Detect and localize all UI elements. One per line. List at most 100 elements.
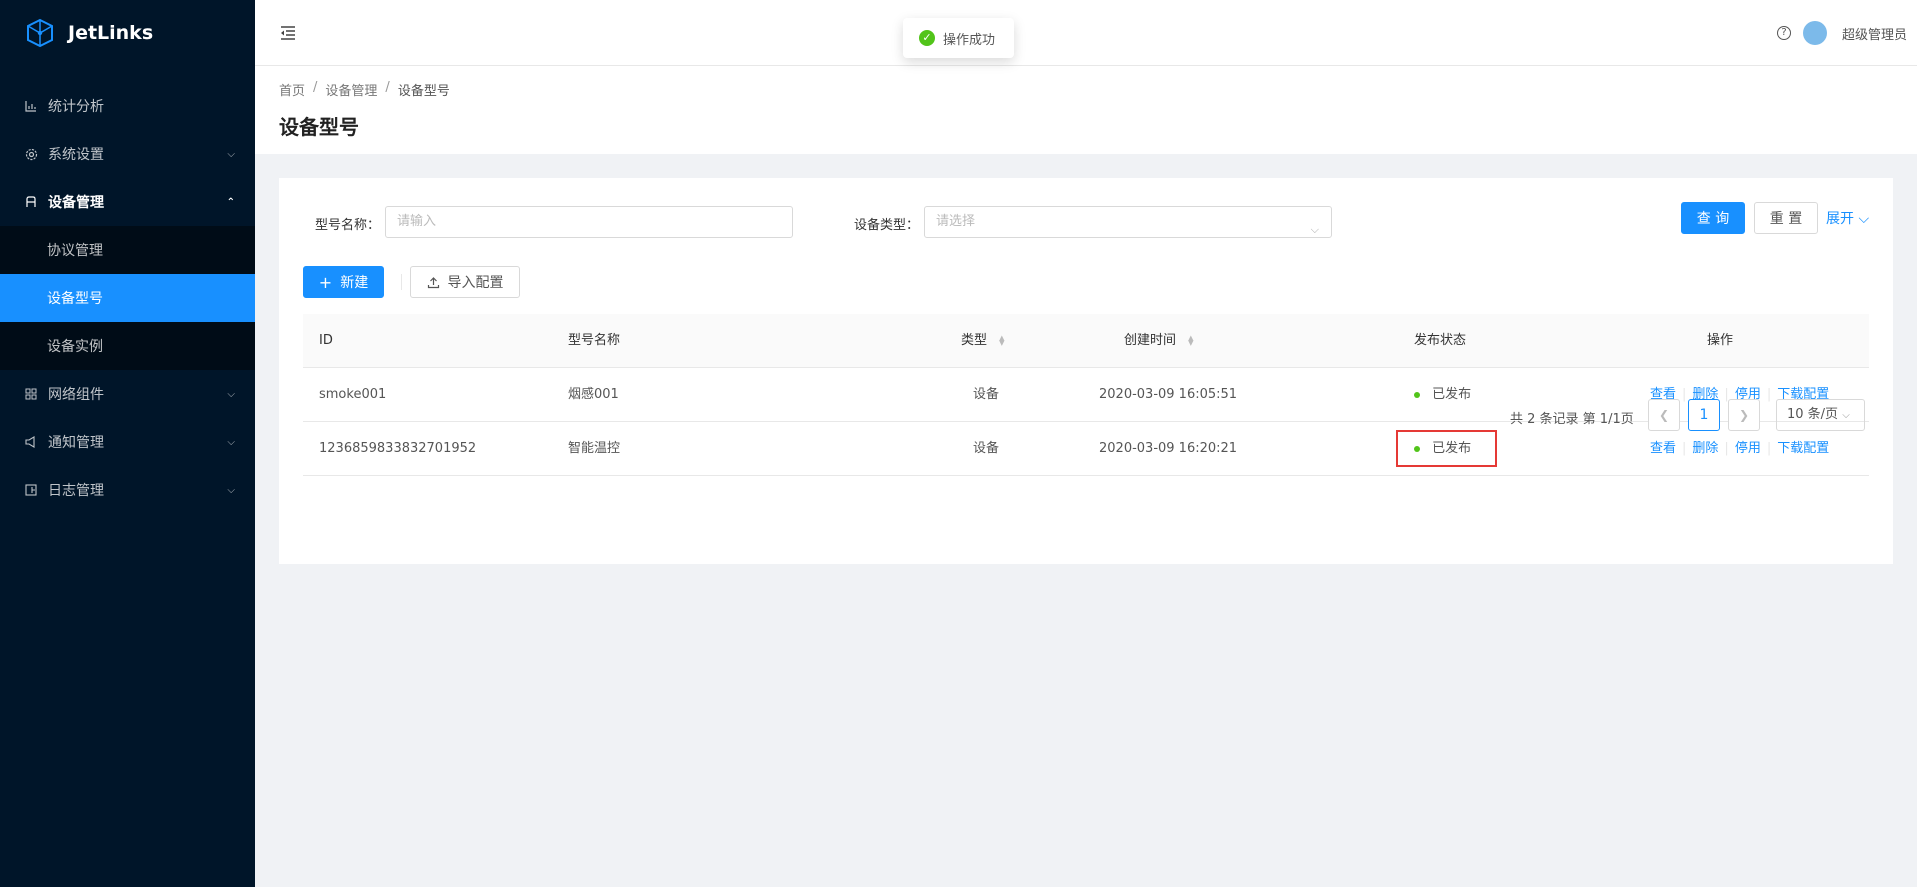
- device-model-table: ID 型号名称 类型 ▲ ▼ 创建时间 ▲ ▼ 发布状态 操作 smoke001 烟…: [303, 314, 1869, 476]
- cell-created: 2020-03-09 16:20:21: [1099, 441, 1238, 456]
- toolbar-divider: [401, 274, 402, 290]
- device-type-label: 设备类型：: [854, 218, 920, 233]
- action-separator: |: [1766, 441, 1772, 456]
- grid-icon: [24, 387, 38, 401]
- sound-icon: [24, 435, 38, 449]
- chevron-down-icon: ⌵: [1858, 211, 1870, 227]
- chevron-down-icon: ⌵: [227, 148, 235, 160]
- chevron-right-icon: ❯: [1738, 408, 1750, 422]
- device-icon: [24, 195, 38, 209]
- page-size-select[interactable]: 10 条/页 ⌵: [1776, 399, 1865, 431]
- sidebar-item-logs[interactable]: 日志管理 ⌵: [0, 466, 255, 514]
- username[interactable]: 超级管理员: [1842, 24, 1907, 43]
- breadcrumb-separator: /: [313, 80, 318, 95]
- sidebar-item-label: 设备实例: [47, 339, 103, 355]
- sidebar-item-device-instance[interactable]: 设备实例: [0, 322, 255, 370]
- device-type-select[interactable]: 请选择 ⌵: [924, 206, 1332, 238]
- app-name: JetLinks: [68, 22, 154, 44]
- cell-type: 设备: [973, 441, 1000, 456]
- new-button-label: 新建: [340, 275, 369, 291]
- new-button[interactable]: + 新建: [303, 266, 384, 298]
- cell-id: smoke001: [319, 387, 387, 402]
- cell-id: 1236859833832701952: [319, 441, 477, 456]
- table-row: 1236859833832701952 智能温控 设备 2020-03-09 1…: [303, 422, 1869, 476]
- sidebar-item-device-management[interactable]: 设备管理 ⌃: [0, 178, 255, 226]
- column-header-name: 型号名称: [568, 333, 621, 348]
- sort-icon[interactable]: ▲ ▼: [1188, 334, 1193, 346]
- check-circle-icon: ✓: [919, 30, 935, 46]
- plus-icon: +: [318, 272, 333, 292]
- sidebar: JetLinks 统计分析 系统设置 ⌵ 设备管理 ⌃ 协议管理 设备型号 设备…: [0, 0, 255, 887]
- breadcrumb-separator: /: [385, 80, 390, 95]
- sidebar-item-label: 通知管理: [48, 435, 104, 451]
- breadcrumb-current: 设备型号: [397, 84, 450, 99]
- app-logo[interactable]: JetLinks: [0, 0, 255, 66]
- toast-text: 操作成功: [943, 32, 996, 48]
- sidebar-item-label: 协议管理: [47, 243, 103, 259]
- chevron-down-icon: ⌵: [227, 436, 235, 448]
- table-row: smoke001 烟感001 设备 2020-03-09 16:05:51 已发…: [303, 368, 1869, 422]
- sidebar-item-network[interactable]: 网络组件 ⌵: [0, 370, 255, 418]
- column-header-created-label: 创建时间: [1124, 333, 1177, 348]
- avatar[interactable]: [1803, 21, 1827, 45]
- sort-icon[interactable]: ▲ ▼: [999, 334, 1004, 346]
- sidebar-item-statistics[interactable]: 统计分析: [0, 82, 255, 130]
- model-name-input[interactable]: 请输入: [385, 206, 793, 238]
- import-config-label: 导入配置: [447, 275, 504, 291]
- view-link[interactable]: 查看: [1650, 441, 1676, 456]
- table-header: ID 型号名称 类型 ▲ ▼ 创建时间 ▲ ▼ 发布状态 操作: [303, 314, 1869, 368]
- column-header-type-label: 类型: [961, 333, 988, 348]
- logo-icon: [27, 18, 53, 48]
- reset-button[interactable]: 重 置: [1754, 202, 1818, 234]
- action-separator: |: [1724, 441, 1729, 456]
- cell-created: 2020-03-09 16:05:51: [1099, 387, 1238, 402]
- pagination-total: 共 2 条记录 第 1/1页: [1510, 412, 1634, 427]
- import-config-button[interactable]: 导入配置: [410, 266, 520, 298]
- help-icon[interactable]: ?: [1777, 26, 1791, 40]
- sidebar-item-device-model[interactable]: 设备型号: [0, 274, 255, 322]
- cell-name: 智能温控: [568, 441, 621, 456]
- page-button-current[interactable]: 1: [1688, 399, 1720, 431]
- sidebar-item-label: 系统设置: [48, 147, 104, 163]
- sidebar-item-notifications[interactable]: 通知管理 ⌵: [0, 418, 255, 466]
- sidebar-item-label: 设备管理: [48, 195, 104, 211]
- menu-fold-icon[interactable]: [279, 24, 297, 42]
- status-highlight-box: [1396, 430, 1497, 467]
- top-header: ? 超级管理员: [255, 0, 1917, 66]
- chevron-down-icon: ⌵: [1310, 223, 1319, 236]
- log-icon: [24, 483, 38, 497]
- gear-icon: [24, 147, 38, 161]
- expand-link[interactable]: 展开 ⌵: [1826, 208, 1869, 228]
- device-type-placeholder: 请选择: [936, 214, 976, 229]
- download-config-link[interactable]: 下载配置: [1777, 441, 1829, 456]
- upload-icon: [427, 276, 439, 288]
- action-separator: |: [1682, 441, 1687, 456]
- chevron-down-icon: ⌵: [227, 388, 235, 400]
- delete-link[interactable]: 删除: [1692, 441, 1718, 456]
- column-header-id: ID: [319, 333, 333, 348]
- sidebar-item-system-settings[interactable]: 系统设置 ⌵: [0, 130, 255, 178]
- status-dot-icon: [1414, 391, 1420, 398]
- chevron-down-icon: ⌵: [1842, 410, 1850, 421]
- disable-link[interactable]: 停用: [1735, 441, 1761, 456]
- breadcrumb-parent[interactable]: 设备管理: [325, 80, 377, 99]
- next-page-button[interactable]: ❯: [1728, 399, 1760, 431]
- sidebar-item-protocol[interactable]: 协议管理: [0, 226, 255, 274]
- breadcrumb-home[interactable]: 首页: [279, 80, 305, 99]
- bar-chart-icon: [24, 99, 38, 113]
- cell-type: 设备: [973, 387, 1000, 402]
- column-header-actions: 操作: [1707, 333, 1734, 348]
- cell-status: 已发布: [1414, 368, 1471, 422]
- query-button[interactable]: 查 询: [1681, 202, 1745, 234]
- success-toast: ✓ 操作成功: [903, 18, 1014, 58]
- status-text: 已发布: [1432, 387, 1472, 402]
- cell-name: 烟感001: [568, 387, 619, 402]
- expand-label: 展开: [1826, 211, 1854, 227]
- chevron-left-icon: ❮: [1658, 408, 1670, 422]
- action-separator: |: [1682, 387, 1687, 402]
- column-header-type[interactable]: 类型 ▲ ▼: [961, 314, 1005, 368]
- page-title: 设备型号: [279, 115, 359, 139]
- prev-page-button[interactable]: ❮: [1648, 399, 1680, 431]
- action-separator: |: [1766, 387, 1772, 402]
- column-header-created[interactable]: 创建时间 ▲ ▼: [1124, 314, 1194, 368]
